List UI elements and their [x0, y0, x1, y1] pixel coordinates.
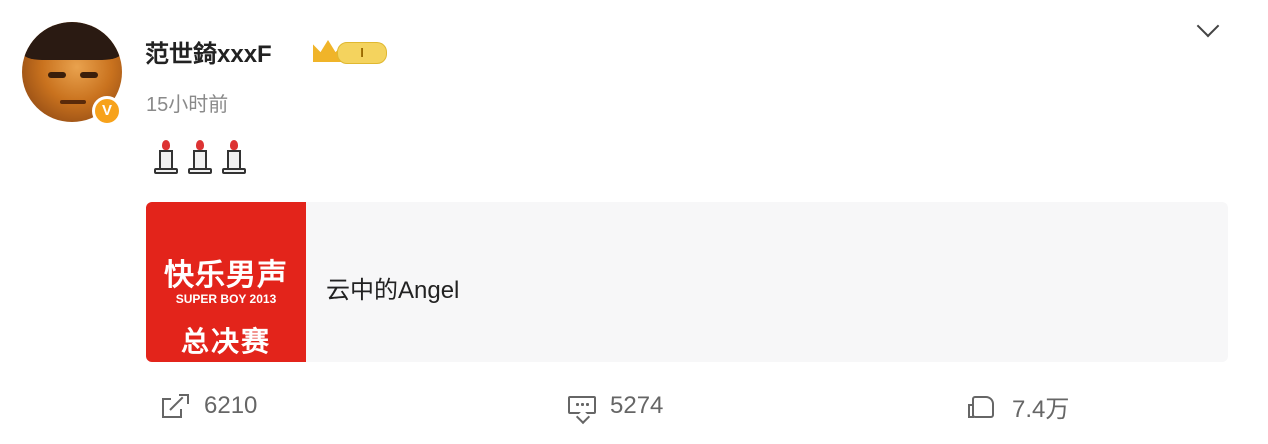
- thumb-line3: 总决赛: [180, 326, 271, 357]
- verified-badge-icon: V: [92, 96, 122, 126]
- post-timestamp[interactable]: 15小时前: [146, 88, 228, 117]
- link-card[interactable]: 快乐男声 SUPER BOY 2013 总决赛 云中的Angel: [146, 202, 1228, 362]
- comment-icon: [566, 392, 596, 425]
- avatar-eye: [80, 72, 98, 78]
- candle-icon: [188, 140, 212, 176]
- share-icon: [160, 392, 190, 420]
- share-button[interactable]: 6210: [160, 390, 257, 422]
- like-count: 7.4万: [1012, 395, 1070, 423]
- like-button[interactable]: 7.4万: [968, 390, 1070, 423]
- candle-icon: [154, 140, 178, 176]
- username[interactable]: 范世錡xxxF: [145, 34, 272, 69]
- avatar-eye: [48, 72, 66, 78]
- comment-count: 5274: [610, 392, 664, 419]
- level-badge[interactable]: I: [313, 38, 387, 64]
- comment-button[interactable]: 5274: [566, 390, 664, 425]
- thumb-line1: 快乐男声: [164, 259, 288, 292]
- post-content: [154, 140, 246, 176]
- card-title: 云中的Angel: [326, 277, 460, 304]
- candle-icon: [222, 140, 246, 176]
- thumb-line2: SUPER BOY 2013: [175, 292, 277, 306]
- avatar-hair: [22, 22, 122, 60]
- chevron-down-icon[interactable]: [1196, 14, 1220, 38]
- level-label: I: [337, 42, 387, 64]
- card-thumbnail: 快乐男声 SUPER BOY 2013 总决赛: [146, 202, 306, 362]
- avatar-mouth: [60, 100, 86, 104]
- share-count: 6210: [204, 392, 258, 419]
- like-icon: [968, 392, 998, 420]
